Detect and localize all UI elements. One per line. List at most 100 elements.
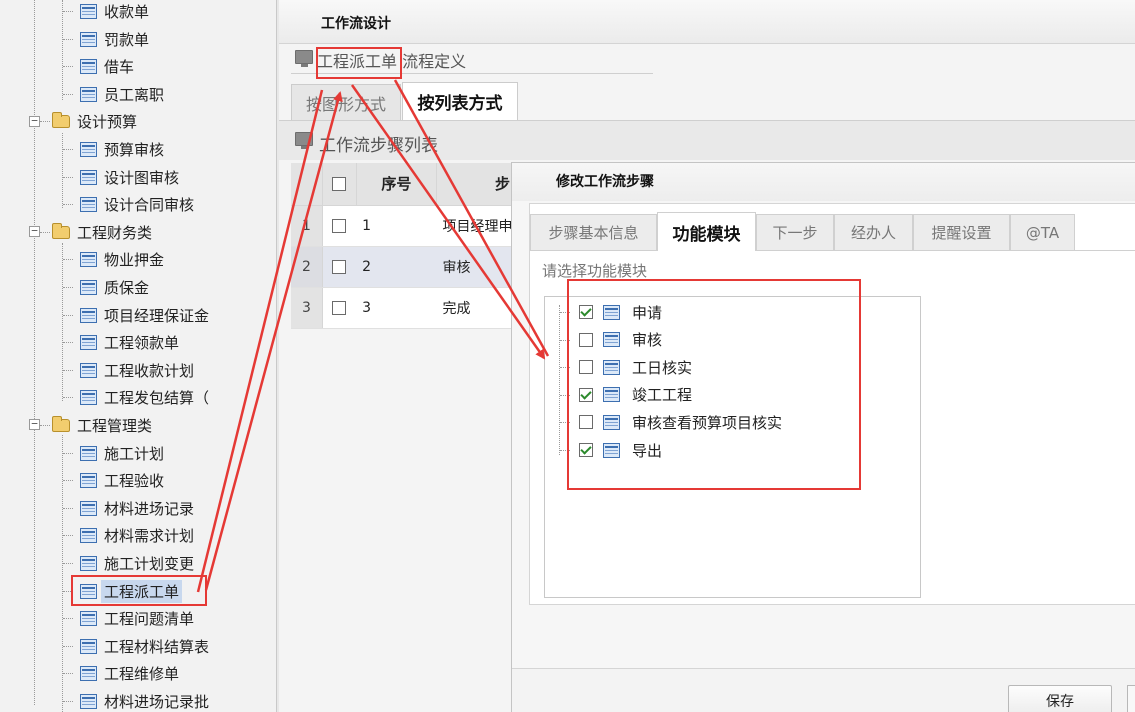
tree-item[interactable]: 工程维修单 <box>80 660 182 687</box>
tree-item[interactable]: 工程领款单 <box>80 329 182 356</box>
tree-item-label: 设计预算 <box>77 113 138 132</box>
tree-guide-line <box>40 121 50 123</box>
tree-item[interactable]: 设计合同审核 <box>80 191 197 218</box>
collapse-icon[interactable]: − <box>29 115 40 127</box>
table-row[interactable]: 3 3 完成 <box>291 287 513 329</box>
tree-guide-line <box>62 0 63 100</box>
module-item[interactable]: 审核 <box>579 327 662 353</box>
tree-item[interactable]: 员工离职 <box>80 81 167 108</box>
table-row[interactable]: 2 2 审核 <box>291 246 513 288</box>
tree-item-label: 物业押金 <box>104 251 165 270</box>
tab-at-ta[interactable]: @TA <box>1010 214 1075 250</box>
tree-guide-line <box>63 11 73 12</box>
module-checkbox[interactable] <box>579 305 593 319</box>
tree-item[interactable]: 物业押金 <box>80 246 167 273</box>
form-icon <box>80 335 97 351</box>
tab-function-modules[interactable]: 功能模块 <box>657 212 756 251</box>
module-item[interactable]: 审核查看预算项目核实 <box>579 409 782 435</box>
tree-folder[interactable]: 工程财务类 <box>52 219 155 246</box>
tree-folder[interactable]: 设计预算 <box>52 108 140 135</box>
tab-list-mode[interactable]: 按列表方式 <box>402 82 518 120</box>
tree-item[interactable]: 材料需求计划 <box>80 522 197 549</box>
tree-item[interactable]: 罚款单 <box>80 26 152 53</box>
monitor-icon <box>295 132 313 149</box>
module-checkbox[interactable] <box>579 360 593 375</box>
module-label: 导出 <box>632 441 663 460</box>
module-item[interactable]: 申请 <box>579 299 662 325</box>
tree-item-label: 收款单 <box>104 3 150 21</box>
edit-step-dialog: 修改工作流步骤 步骤基本信息 功能模块 下一步 经办人 提醒设置 @TA 请选择… <box>511 162 1135 712</box>
module-checkbox[interactable] <box>579 443 593 457</box>
tree-item[interactable]: 收款单 <box>80 0 152 25</box>
module-item[interactable]: 竣工工程 <box>579 382 692 408</box>
form-icon <box>603 359 620 375</box>
tree-item-label: 借车 <box>104 58 135 77</box>
table-row[interactable]: 1 1 项目经理申 <box>291 205 513 247</box>
form-icon <box>80 666 97 682</box>
tree-item[interactable]: 借车 <box>80 53 137 80</box>
tree-item-label: 预算审核 <box>104 141 165 159</box>
tree-item[interactable]: 预算审核 <box>80 136 167 163</box>
tree-item[interactable]: 工程派工单 <box>80 578 183 605</box>
tree-folder[interactable]: 工程管理类 <box>52 412 155 439</box>
tab-basic-info[interactable]: 步骤基本信息 <box>530 214 657 250</box>
steps-table: 序号 步 1 1 项目经理申 2 2 审核 3 3 完成 <box>291 163 514 329</box>
tab-handler[interactable]: 经办人 <box>834 214 913 250</box>
module-checkbox[interactable] <box>579 387 593 402</box>
tree-guide-line <box>34 0 35 125</box>
tree-item-label: 工程财务类 <box>77 223 153 242</box>
tree-guide-line <box>63 645 73 647</box>
row-checkbox[interactable] <box>331 300 346 315</box>
form-icon <box>80 86 97 102</box>
tree-guide-line <box>560 422 570 424</box>
select-all-checkbox[interactable] <box>332 177 347 192</box>
tree-item-label: 工程维修单 <box>104 665 180 684</box>
secondary-button[interactable] <box>1127 685 1135 712</box>
form-icon <box>80 390 97 406</box>
tree-item-label: 设计图审核 <box>104 168 180 187</box>
form-icon <box>603 414 620 430</box>
module-item[interactable]: 工日核实 <box>579 354 692 380</box>
tab-next-step[interactable]: 下一步 <box>756 214 834 250</box>
tree-guide-line <box>34 125 35 705</box>
tree-guide-line <box>63 38 73 40</box>
tree-item[interactable]: 设计图审核 <box>80 164 182 191</box>
tree-item[interactable]: 质保金 <box>80 274 152 301</box>
tree-item[interactable]: 施工计划变更 <box>80 550 197 577</box>
form-icon <box>80 528 97 544</box>
module-item[interactable]: 导出 <box>579 437 662 463</box>
dialog-title: 修改工作流步骤 <box>556 174 654 190</box>
tree-item[interactable]: 工程问题清单 <box>80 605 197 632</box>
form-icon <box>80 169 97 185</box>
breadcrumb-rest: 流程定义 <box>397 52 467 71</box>
tree-item[interactable]: 施工计划 <box>80 440 167 467</box>
tree-item[interactable]: 工程材料结算表 <box>80 633 212 660</box>
tree-item[interactable]: 工程验收 <box>80 467 167 494</box>
tree-item-label: 员工离职 <box>104 85 165 104</box>
collapse-icon[interactable]: − <box>29 418 40 430</box>
panel-title: 工作流设计 <box>321 16 391 32</box>
tab-graph-mode[interactable]: 按图形方式 <box>291 84 401 120</box>
save-button[interactable]: 保存 <box>1008 685 1112 712</box>
breadcrumb: 工程派工单 流程定义 <box>317 48 466 72</box>
tree-item[interactable]: 工程发包结算（ <box>80 384 212 411</box>
row-seq: 2 <box>356 246 437 288</box>
module-checkbox[interactable] <box>579 415 593 430</box>
tree-item[interactable]: 工程收款计划 <box>80 357 197 384</box>
module-checkbox[interactable] <box>579 332 593 347</box>
tree-item[interactable]: 项目经理保证金 <box>80 302 212 329</box>
tree-item-label: 项目经理保证金 <box>104 306 210 325</box>
tree-item-label: 工程材料结算表 <box>104 637 210 656</box>
tree-item[interactable]: 材料进场记录 <box>80 495 197 522</box>
row-checkbox[interactable] <box>331 218 346 233</box>
tree-item[interactable]: 材料进场记录批 <box>80 688 212 712</box>
tree-item-label: 工程发包结算（ <box>104 389 210 408</box>
collapse-icon[interactable]: − <box>29 225 40 237</box>
tree-guide-line <box>63 397 73 399</box>
form-icon <box>80 280 97 295</box>
row-checkbox[interactable] <box>331 259 346 274</box>
tab-reminder[interactable]: 提醒设置 <box>913 214 1010 250</box>
form-icon <box>80 252 97 268</box>
tree-guide-line <box>63 535 73 537</box>
module-label: 工日核实 <box>632 358 693 377</box>
